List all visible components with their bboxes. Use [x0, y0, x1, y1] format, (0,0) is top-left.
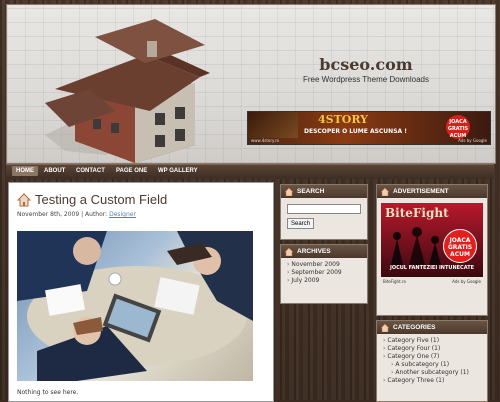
- list-item[interactable]: › Category Three (1): [383, 377, 481, 385]
- categories-widget-header: CATEGORIES: [377, 321, 487, 334]
- search-widget: SEARCH Search: [280, 184, 368, 240]
- list-item[interactable]: › Another subcategory (1): [383, 369, 481, 377]
- ad-figures-illustration: [391, 227, 441, 265]
- nav-page-one[interactable]: PAGE ONE: [116, 168, 147, 174]
- post-meta: November 8th, 2009 | Author: Designer: [17, 211, 136, 218]
- main-navigation: HOME ABOUT CONTACT PAGE ONE WP GALLERY: [6, 164, 494, 179]
- home-icon: [17, 193, 31, 207]
- categories-list: › Category Five (1) › Category Four (1) › C…: [377, 334, 487, 388]
- archive-link[interactable]: July 2009: [291, 277, 319, 284]
- arrow-icon: ›: [383, 353, 386, 360]
- subcategory-link[interactable]: A subcategory (1): [395, 361, 449, 368]
- home-icon: [381, 324, 389, 332]
- arrow-icon: ›: [383, 345, 386, 352]
- banner-ad-art: [248, 112, 298, 138]
- arrow-icon: ›: [287, 269, 290, 276]
- categories-widget: CATEGORIES › Category Five (1) › Category …: [376, 320, 488, 402]
- post-author-link[interactable]: Designer: [109, 211, 136, 218]
- bitefight-ad[interactable]: BiteFight JOACA GRATIS ACUM JOCUL FANTEZ…: [381, 203, 483, 277]
- subcategory-link[interactable]: Another subcategory (1): [395, 369, 468, 376]
- arrow-icon: ›: [391, 369, 394, 376]
- search-widget-title: SEARCH: [297, 188, 325, 195]
- arrow-icon: ›: [391, 361, 394, 368]
- archives-list: › November 2009 › September 2009 › July 200…: [281, 258, 367, 288]
- ads-by-google-label[interactable]: Ads by Google: [452, 279, 481, 284]
- arrow-icon: ›: [287, 277, 290, 284]
- post-content: Testing a Custom Field November 8th, 200…: [8, 182, 274, 402]
- nav-contact[interactable]: CONTACT: [76, 168, 105, 174]
- ad-title: BiteFight: [385, 206, 449, 220]
- post-author-prefix: | Author:: [81, 211, 108, 218]
- list-item[interactable]: › Category Five (1): [383, 337, 481, 345]
- search-widget-header: SEARCH: [281, 185, 367, 198]
- house-illustration: [45, 19, 210, 163]
- site-header: bcseo.com Free Wordpress Theme Downloads…: [6, 4, 496, 164]
- site-tagline: Free Wordpress Theme Downloads: [303, 75, 429, 84]
- search-button[interactable]: Search: [287, 218, 315, 229]
- list-item[interactable]: › Category Four (1): [383, 345, 481, 353]
- home-icon: [285, 188, 293, 196]
- archives-widget: ARCHIVES › November 2009 › September 2009 …: [280, 244, 368, 304]
- advertisement-widget: ADVERTISEMENT BiteFight JOACA GRATIS ACU…: [376, 184, 488, 316]
- banner-ad-url[interactable]: www.4story.ro: [251, 138, 279, 143]
- post-body: Nothing to see here.: [17, 389, 79, 396]
- archives-widget-header: ARCHIVES: [281, 245, 367, 258]
- category-link[interactable]: Category Three (1): [387, 377, 444, 384]
- category-link[interactable]: Category One (7): [387, 353, 439, 360]
- archive-link[interactable]: November 2009: [291, 261, 339, 268]
- category-link[interactable]: Category Five (1): [387, 337, 439, 344]
- nav-about[interactable]: ABOUT: [44, 168, 65, 174]
- list-item[interactable]: › A subcategory (1): [383, 361, 481, 369]
- ad-subtitle: JOCUL FANTEZIEI INTUNECATE: [389, 265, 475, 271]
- post-title[interactable]: Testing a Custom Field: [35, 192, 167, 207]
- nav-home[interactable]: HOME: [12, 166, 38, 176]
- home-icon: [381, 188, 389, 196]
- nav-wp-gallery[interactable]: WP GALLERY: [158, 168, 198, 174]
- ad-url[interactable]: BiteFight.ro: [383, 279, 406, 284]
- ad-badge[interactable]: JOACA GRATIS ACUM: [443, 229, 477, 263]
- list-item[interactable]: › July 2009: [287, 277, 361, 285]
- list-item[interactable]: › September 2009: [287, 269, 361, 277]
- post-date: November 8th, 2009: [17, 211, 80, 218]
- advertisement-widget-header: ADVERTISEMENT: [377, 185, 487, 198]
- home-icon: [285, 248, 293, 256]
- categories-widget-title: CATEGORIES: [393, 324, 436, 331]
- list-item[interactable]: › November 2009: [287, 261, 361, 269]
- arrow-icon: ›: [383, 377, 386, 384]
- arrow-icon: ›: [383, 337, 386, 344]
- post-photo: [17, 231, 253, 381]
- meeting-photo-illustration: [17, 231, 253, 381]
- banner-ad-title: 4STORY: [318, 113, 369, 126]
- ads-by-google-label[interactable]: Ads by Google: [458, 138, 487, 143]
- search-input[interactable]: [287, 204, 361, 214]
- archive-link[interactable]: September 2009: [291, 269, 341, 276]
- banner-ad[interactable]: 4STORY DESCOPER O LUME ASCUNSA ! JOACA G…: [247, 111, 491, 145]
- banner-ad-subtitle: DESCOPER O LUME ASCUNSA !: [304, 128, 407, 135]
- arrow-icon: ›: [287, 261, 290, 268]
- list-item[interactable]: › Category One (7): [383, 353, 481, 361]
- advertisement-widget-title: ADVERTISEMENT: [393, 188, 449, 195]
- archives-widget-title: ARCHIVES: [297, 248, 331, 255]
- banner-ad-badge[interactable]: JOACA GRATIS ACUM: [446, 115, 470, 139]
- site-title[interactable]: bcseo.com: [277, 55, 455, 74]
- category-link[interactable]: Category Four (1): [387, 345, 440, 352]
